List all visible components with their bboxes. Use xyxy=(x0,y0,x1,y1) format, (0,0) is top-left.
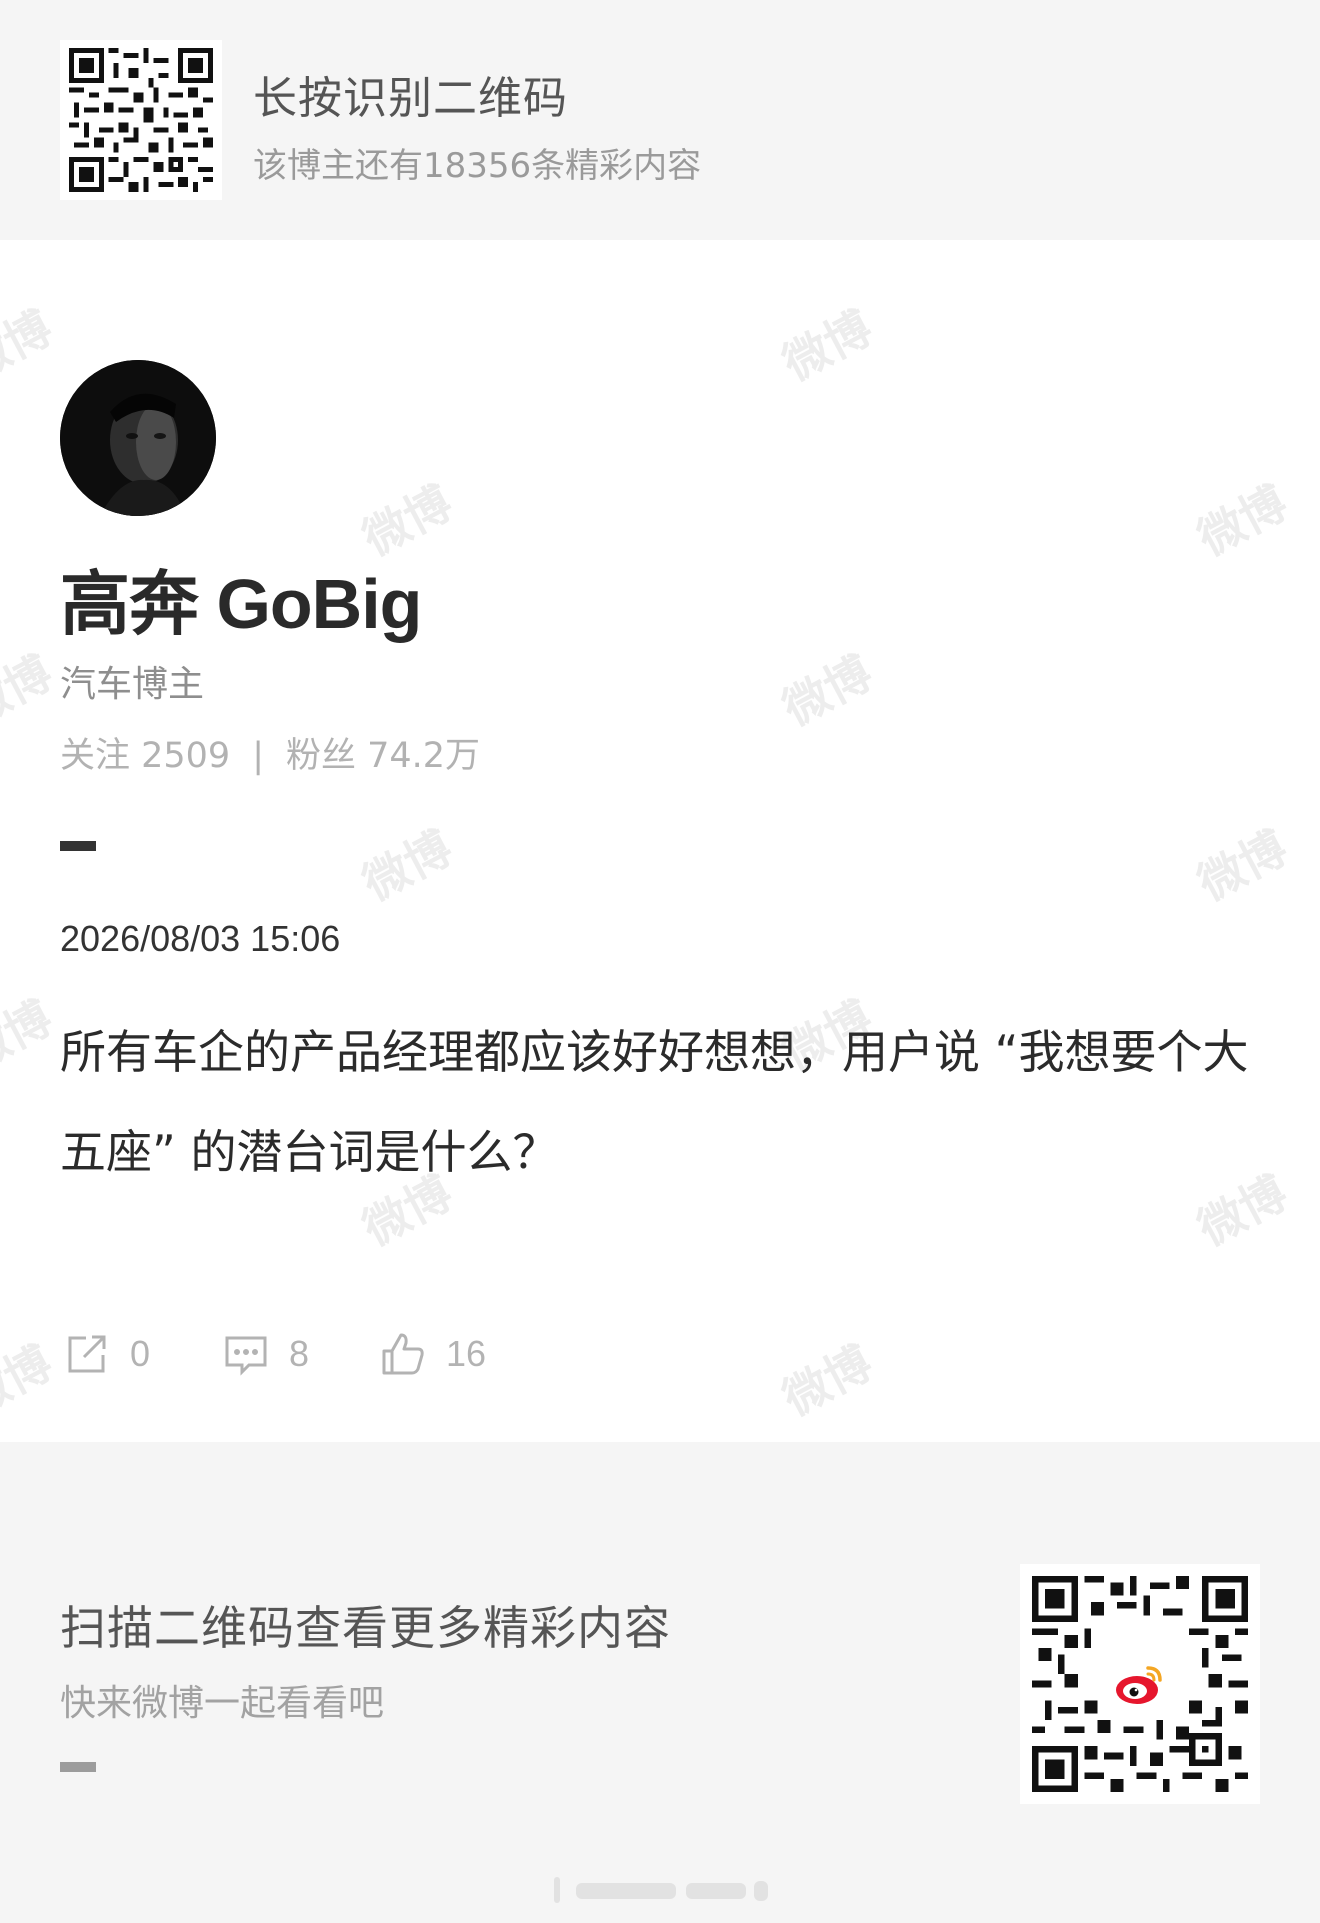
watermark: 微博 xyxy=(1189,820,1296,912)
comment-button[interactable]: 8 xyxy=(223,1324,309,1384)
thumbs-up-icon xyxy=(382,1333,424,1375)
qr-code-small[interactable] xyxy=(60,40,222,200)
top-banner: 长按识别二维码 该博主还有18356条精彩内容 xyxy=(0,0,1320,240)
following-count: 关注 2509 xyxy=(60,736,231,776)
repost-button[interactable]: 0 xyxy=(64,1324,150,1384)
watermark: 微博 xyxy=(0,1335,61,1427)
author-name[interactable]: 高奔 GoBig xyxy=(60,548,422,649)
author-stats: 关注 2509 | 粉丝 74.2万 xyxy=(60,727,480,778)
stats-separator: | xyxy=(252,736,264,776)
banner-title: 长按识别二维码 xyxy=(253,73,568,124)
watermark: 微博 xyxy=(774,645,881,737)
qr-code-large[interactable] xyxy=(1020,1564,1260,1804)
decorative-lines-icon xyxy=(554,1877,768,1903)
divider-dash xyxy=(60,1762,96,1772)
watermark: 微博 xyxy=(774,1335,881,1427)
repost-icon xyxy=(68,1335,106,1373)
comment-icon xyxy=(225,1336,267,1376)
bottom-subtitle: 快来微博一起看看吧 xyxy=(60,1683,385,1724)
author-tag: 汽车博主 xyxy=(60,664,205,705)
comment-count: 8 xyxy=(289,1333,310,1374)
repost-count: 0 xyxy=(130,1333,151,1374)
watermark: 微博 xyxy=(354,820,461,912)
watermark: 微博 xyxy=(0,300,61,392)
like-count: 16 xyxy=(446,1333,487,1374)
followers-count: 粉丝 74.2万 xyxy=(286,736,481,776)
post-timestamp: 2026/08/03 15:06 xyxy=(60,918,341,959)
bottom-section: 扫描二维码查看更多精彩内容 快来微博一起看看吧 xyxy=(0,1442,1320,1923)
watermark: 微博 xyxy=(774,300,881,392)
bottom-title: 扫描二维码查看更多精彩内容 xyxy=(60,1601,671,1655)
watermark: 微博 xyxy=(0,645,61,737)
qr-code-icon xyxy=(69,48,213,192)
avatar-portrait-icon xyxy=(60,360,216,516)
watermark: 微博 xyxy=(1189,475,1296,567)
banner-subtitle: 该博主还有18356条精彩内容 xyxy=(253,146,702,186)
like-button[interactable]: 16 xyxy=(380,1324,486,1384)
weibo-logo xyxy=(1110,1654,1170,1714)
divider-dash xyxy=(60,841,96,851)
avatar[interactable] xyxy=(60,360,216,516)
watermark: 微博 xyxy=(0,990,61,1082)
weibo-logo-icon xyxy=(1116,1666,1162,1704)
post-text: 所有车企的产品经理都应该好好想想，用户说 “我想要个大五座” 的潜台词是什么？ xyxy=(60,1025,1249,1179)
